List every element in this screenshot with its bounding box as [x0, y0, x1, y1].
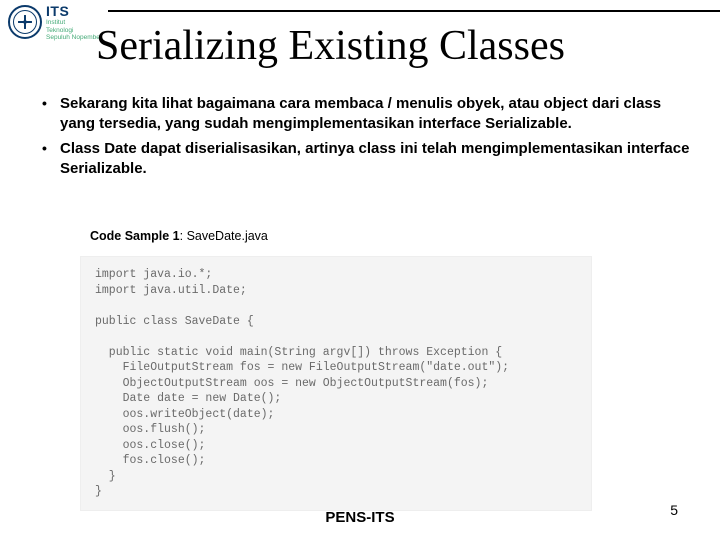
header-divider	[108, 10, 720, 12]
code-caption-label: Code Sample 1	[90, 229, 180, 243]
logo-line1: Institut	[46, 19, 102, 26]
institution-logo: ITS Institut Teknologi Sepuluh Nopember	[8, 4, 102, 41]
logo-line3: Sepuluh Nopember	[46, 34, 102, 41]
footer-label: PENS-ITS	[0, 509, 720, 526]
code-sample: import java.io.*; import java.util.Date;…	[95, 267, 577, 500]
code-caption: Code Sample 1: SaveDate.java	[90, 229, 268, 243]
slide-title: Serializing Existing Classes	[96, 22, 565, 70]
bullet-list: Sekarang kita lihat bagaimana cara memba…	[36, 94, 692, 184]
page-number: 5	[670, 502, 678, 518]
code-caption-file: : SaveDate.java	[180, 229, 268, 243]
list-item: Class Date dapat diserialisasikan, artin…	[36, 139, 692, 178]
list-item: Sekarang kita lihat bagaimana cara memba…	[36, 94, 692, 133]
code-sample-box: import java.io.*; import java.util.Date;…	[80, 256, 592, 511]
logo-abbr: ITS	[46, 4, 102, 19]
logo-line2: Teknologi	[46, 27, 102, 34]
seal-icon	[8, 5, 42, 39]
